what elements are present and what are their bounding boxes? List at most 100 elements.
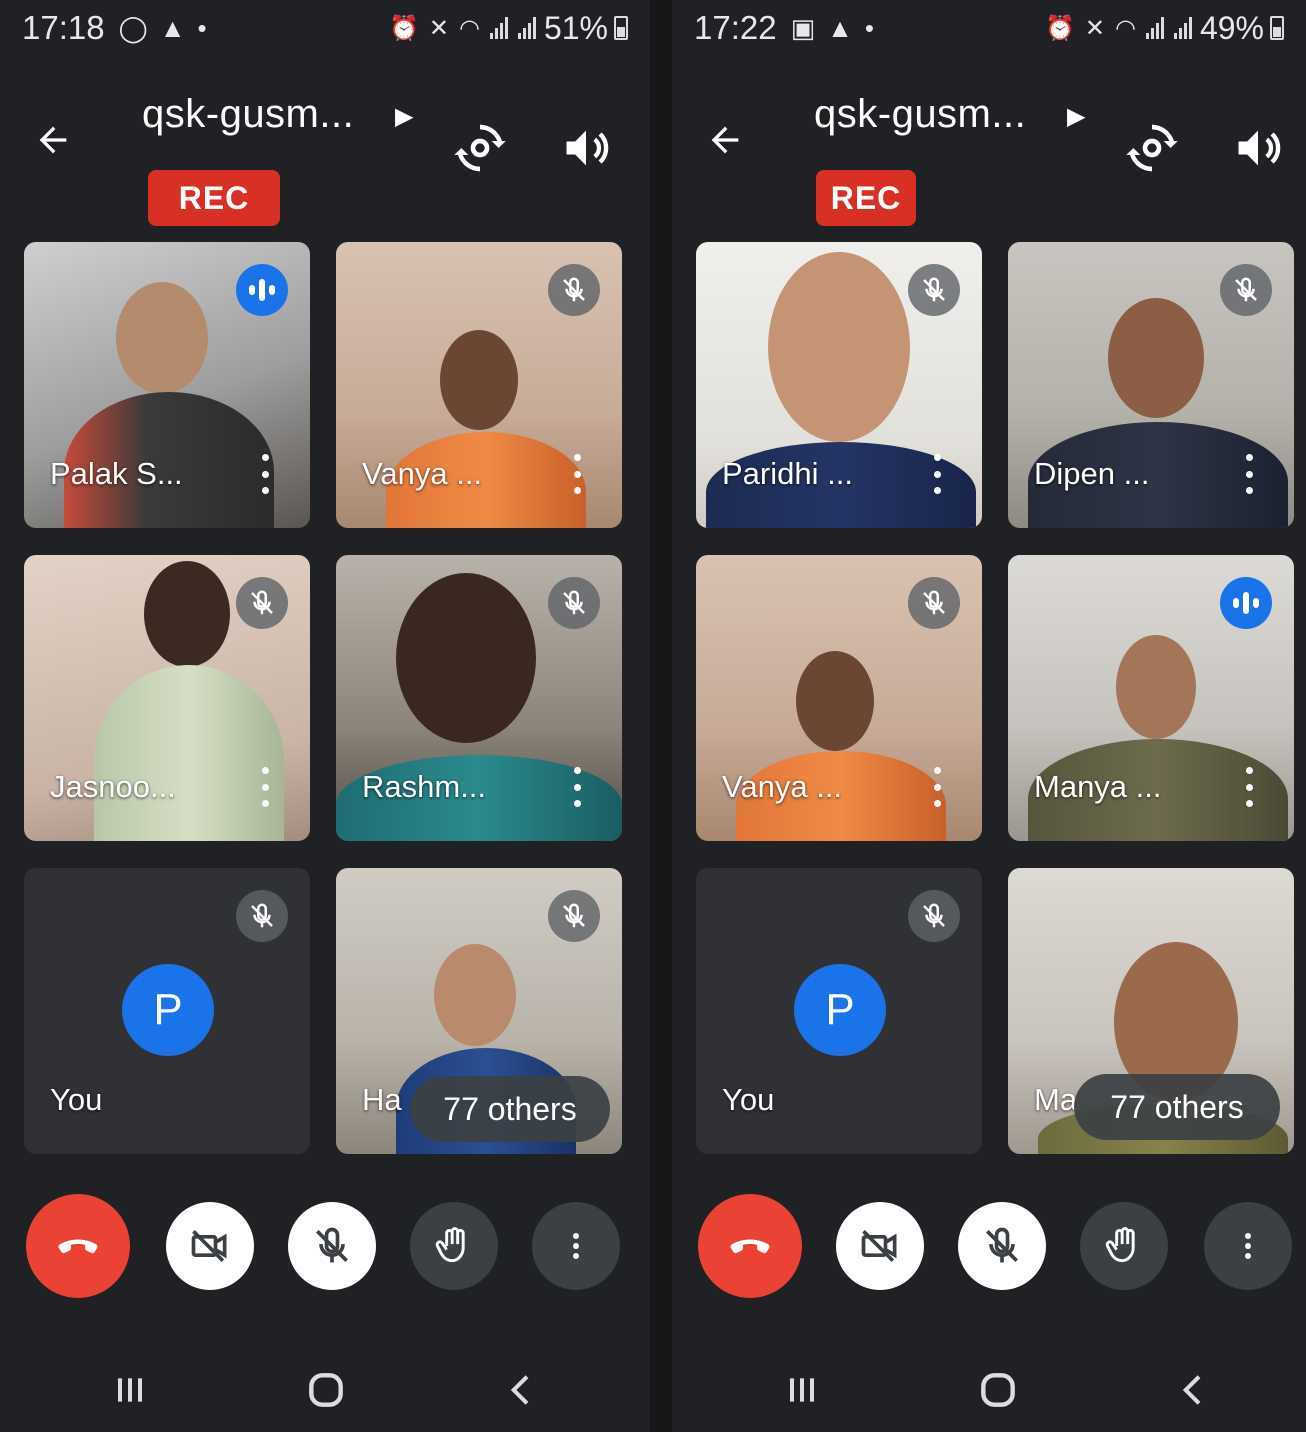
participant-tile[interactable]: Vanya ... <box>336 242 622 528</box>
dot-icon: • <box>864 12 875 43</box>
participant-tile[interactable]: Manya ... <box>1008 555 1294 841</box>
home-button[interactable] <box>296 1360 356 1420</box>
mic-off-icon <box>986 1227 1018 1263</box>
participant-video <box>434 944 516 1046</box>
mic-off-icon <box>908 890 960 942</box>
chevron-right-icon[interactable]: ▶ <box>1067 102 1085 131</box>
participant-name: Vanya ... <box>722 769 843 804</box>
participant-tile[interactable]: Ma 77 others <box>1008 868 1294 1154</box>
mic-toggle-button[interactable] <box>958 1202 1046 1290</box>
dot-icon: • <box>197 12 207 43</box>
participant-tile[interactable]: Rashm... <box>336 555 622 841</box>
mic-toggle-button[interactable] <box>288 1202 376 1290</box>
mic-off-icon <box>236 577 288 629</box>
switch-camera-icon <box>1126 124 1178 172</box>
more-vert-icon[interactable] <box>572 454 582 494</box>
participant-name: Rashm... <box>362 769 487 804</box>
back-nav-button[interactable] <box>492 1360 552 1420</box>
more-vert-icon[interactable] <box>932 767 942 807</box>
participant-name: You <box>722 1082 775 1117</box>
back-button[interactable] <box>700 120 750 170</box>
raise-hand-button[interactable] <box>1080 1202 1168 1290</box>
speaker-icon <box>566 130 609 166</box>
more-options-button[interactable] <box>532 1202 620 1290</box>
participant-tile[interactable]: Paridhi ... <box>696 242 982 528</box>
silent-icon: ✕ <box>1084 14 1105 42</box>
participant-video <box>116 282 208 394</box>
speaker-button[interactable] <box>1232 122 1284 174</box>
meeting-title[interactable]: qsk-gusm... <box>142 92 354 137</box>
recents-button[interactable] <box>772 1360 832 1420</box>
home-icon <box>309 1373 343 1407</box>
meeting-header: qsk-gusm... ▶ REC <box>672 80 1306 226</box>
participant-tile[interactable]: Vanya ... <box>696 555 982 841</box>
mic-off-icon <box>1220 264 1272 316</box>
more-vert-icon <box>1245 1233 1251 1259</box>
meeting-title[interactable]: qsk-gusm... <box>814 92 1026 137</box>
switch-camera-button[interactable] <box>1124 120 1180 176</box>
others-chip[interactable]: 77 others <box>1074 1074 1280 1140</box>
recording-badge: REC <box>816 170 916 226</box>
participant-video <box>1108 298 1204 418</box>
arrow-left-icon <box>39 126 67 154</box>
meeting-header: qsk-gusm... ▶ REC <box>0 80 650 226</box>
speaker-icon <box>1238 130 1281 166</box>
home-button[interactable] <box>968 1360 1028 1420</box>
participant-name: Paridhi ... <box>722 456 853 491</box>
hand-icon <box>435 1227 465 1263</box>
screen-left: 17:18 ◯ ▲ • ⏰ ✕ ◠ 51% qsk-gusm... ▶ REC <box>0 0 650 1432</box>
more-vert-icon[interactable] <box>260 454 270 494</box>
signal-icon <box>1145 17 1164 39</box>
self-tile[interactable]: P You <box>696 868 982 1154</box>
participant-tile[interactable]: Palak S... <box>24 242 310 528</box>
back-nav-button[interactable] <box>1164 1360 1224 1420</box>
notification-icon: ▲ <box>827 12 853 43</box>
more-vert-icon[interactable] <box>932 454 942 494</box>
recents-icon <box>790 1378 814 1402</box>
silent-icon: ✕ <box>428 14 449 42</box>
camera-toggle-button[interactable] <box>166 1202 254 1290</box>
more-vert-icon <box>573 1233 579 1259</box>
mic-off-icon <box>316 1227 348 1263</box>
end-call-icon <box>730 1239 770 1254</box>
avatar: P <box>122 964 214 1056</box>
participant-name: Manya ... <box>1034 769 1162 804</box>
participant-name: Palak S... <box>50 456 183 491</box>
switch-camera-button[interactable] <box>452 120 508 176</box>
battery-icon <box>1270 16 1284 40</box>
raise-hand-button[interactable] <box>410 1202 498 1290</box>
more-vert-icon[interactable] <box>1244 454 1254 494</box>
mic-off-icon <box>908 264 960 316</box>
system-nav-bar <box>0 1360 650 1420</box>
camera-off-icon <box>191 1230 227 1262</box>
participant-name: Jasnoo... <box>50 769 176 804</box>
camera-toggle-button[interactable] <box>836 1202 924 1290</box>
participant-tile[interactable]: Dipen ... <box>1008 242 1294 528</box>
home-icon <box>981 1373 1015 1407</box>
more-options-button[interactable] <box>1204 1202 1292 1290</box>
end-call-button[interactable] <box>698 1194 802 1298</box>
speaker-button[interactable] <box>560 122 612 174</box>
others-chip[interactable]: 77 others <box>410 1076 610 1142</box>
participant-name: Ha <box>362 1082 402 1117</box>
recents-button[interactable] <box>100 1360 160 1420</box>
hand-icon <box>1105 1227 1135 1263</box>
audio-level-icon <box>1220 577 1272 629</box>
more-vert-icon[interactable] <box>260 767 270 807</box>
more-vert-icon[interactable] <box>1244 767 1254 807</box>
participant-tile[interactable]: Jasnoo... <box>24 555 310 841</box>
more-vert-icon[interactable] <box>572 767 582 807</box>
battery-percent: 51% <box>543 9 608 46</box>
back-button[interactable] <box>28 120 78 170</box>
end-call-icon <box>58 1239 98 1254</box>
participant-video <box>440 330 518 430</box>
participant-tile[interactable]: Ha 77 others <box>336 868 622 1154</box>
chevron-right-icon[interactable]: ▶ <box>395 102 413 131</box>
signal-icon <box>489 17 508 39</box>
mic-off-icon <box>548 264 600 316</box>
battery-icon <box>614 16 628 40</box>
recents-icon <box>118 1378 142 1402</box>
self-tile[interactable]: P You <box>24 868 310 1154</box>
arrow-left-icon <box>711 126 739 154</box>
end-call-button[interactable] <box>26 1194 130 1298</box>
